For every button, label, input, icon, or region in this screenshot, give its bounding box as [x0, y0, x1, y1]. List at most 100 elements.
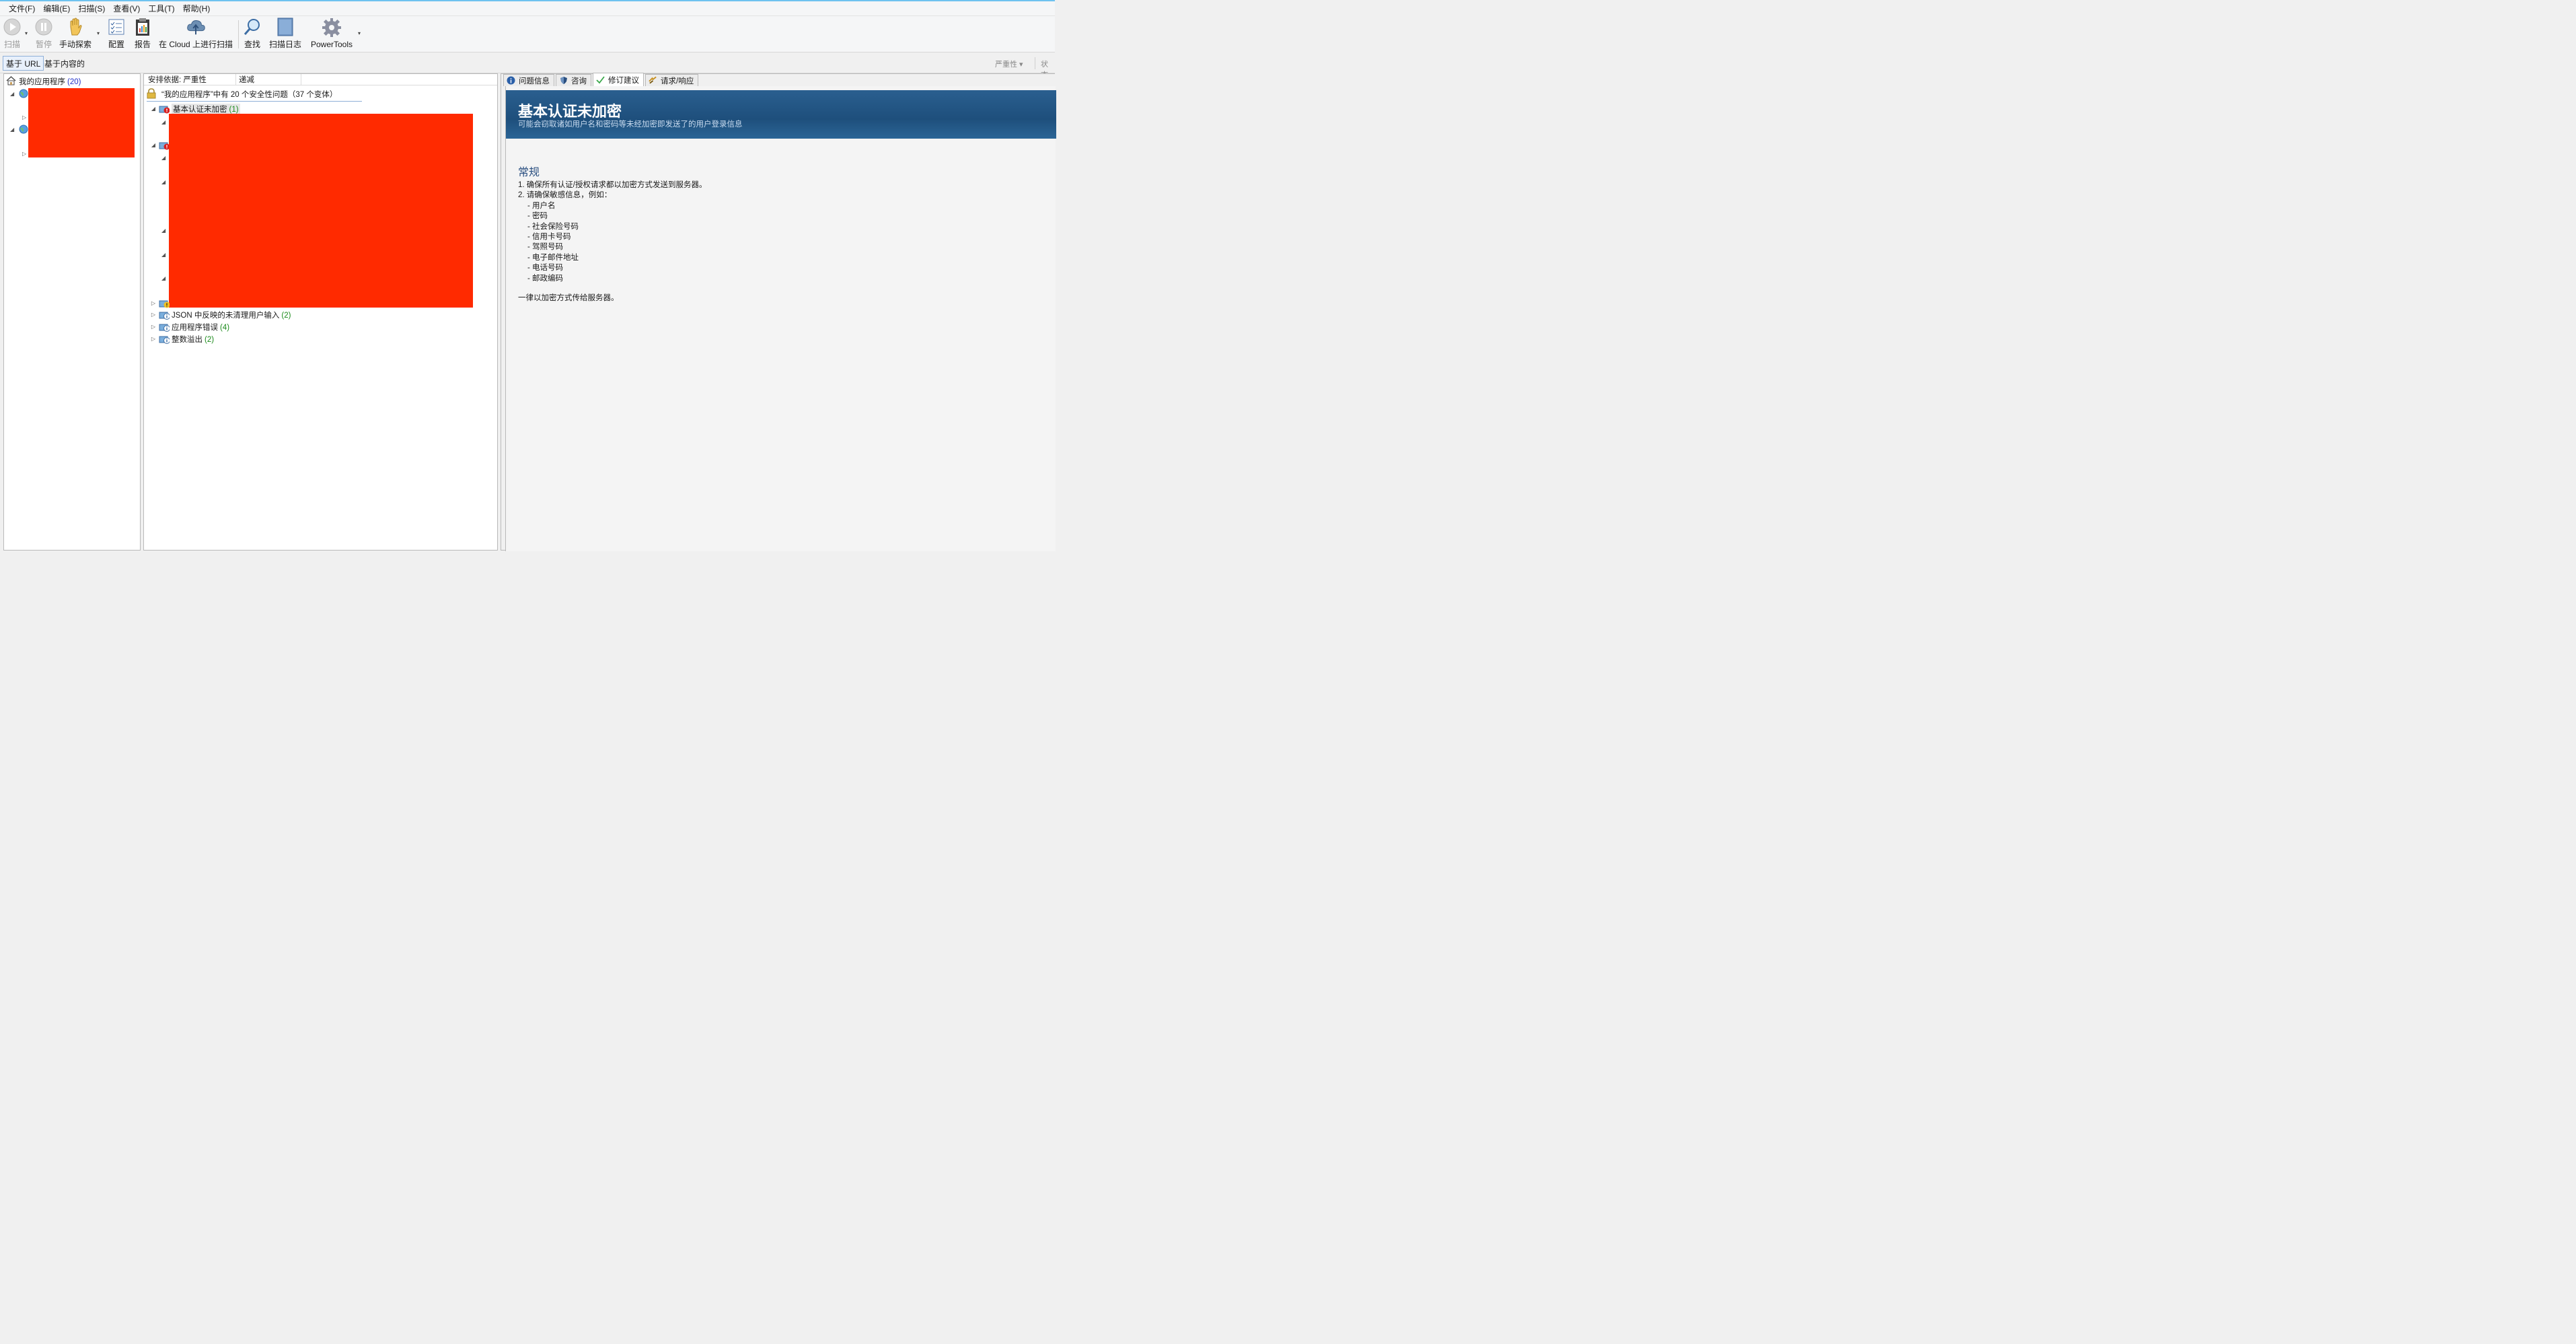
checklist-icon: [106, 17, 126, 36]
powertools-button[interactable]: PowerTools: [309, 17, 354, 50]
issue-row-basic-auth[interactable]: ◢ 基本认证未加密 (1): [149, 103, 240, 114]
config-label: 配置: [108, 40, 124, 49]
sub-expander[interactable]: ◢: [161, 179, 165, 185]
report-label: 报告: [134, 40, 151, 49]
redacted-issue-details: [169, 114, 473, 308]
sub-expander[interactable]: ◢: [161, 155, 165, 161]
menu-view[interactable]: 查看(V): [110, 3, 143, 14]
pause-button[interactable]: 暂停: [34, 17, 54, 50]
advice-closing: 一律以加密方式传给服务器。: [518, 293, 619, 302]
sensitive-item: - 用户名: [527, 201, 556, 210]
scan-button[interactable]: 扫描: [1, 17, 23, 50]
severity-column-filter[interactable]: 严重性 ▾: [995, 59, 1023, 69]
tree-expander-3[interactable]: ◢: [10, 127, 14, 133]
tree-expander-4[interactable]: ▷: [22, 151, 26, 157]
sensitive-item: - 电子邮件地址: [527, 253, 579, 262]
tree-root-label: 我的应用程序 (20): [19, 76, 81, 87]
sensitive-item: - 邮政编码: [527, 274, 564, 283]
info-icon: [507, 76, 515, 85]
application-tree-panel: 我的应用程序 (20) ◢ ▷ ◢ ▷: [3, 73, 141, 551]
scan-log-button[interactable]: 扫描日志: [269, 17, 301, 50]
tree-root-name: 我的应用程序: [19, 78, 65, 86]
section-title-general: 常规: [518, 167, 540, 178]
menu-tools[interactable]: 工具(T): [145, 3, 178, 14]
issue-row-app-error[interactable]: ▷ 应用程序错误 (4): [149, 321, 229, 332]
tab-fix-recommendation[interactable]: 修订建议: [593, 73, 644, 86]
issues-panel: 安排依据: 严重性 递减 “我的应用程序”中有 20 个安全性问题（37 个变体…: [143, 73, 498, 551]
sort-by-label[interactable]: 安排依据: 严重性: [144, 74, 235, 85]
lock-icon: [147, 87, 156, 101]
menu-help[interactable]: 帮助(H): [180, 3, 214, 14]
sort-order-label[interactable]: 递减: [235, 73, 301, 85]
issue-name: JSON 中反映的未清理用户输入: [172, 311, 280, 320]
advice-body: 常规 1. 确保所有认证/授权请求都以加密方式发送到服务器。 2. 请确保敏感信…: [518, 163, 1043, 304]
advice-line: 1. 确保所有认证/授权请求都以加密方式发送到服务器。: [518, 181, 707, 189]
issue-count: (2): [281, 311, 291, 320]
tab-advisory-label: 咨询: [571, 77, 587, 85]
tab-content-based[interactable]: 基于内容的: [42, 56, 87, 71]
tab-request-response[interactable]: 请求/响应: [645, 74, 699, 86]
info-severity-icon: [159, 322, 170, 332]
shield-icon: [559, 76, 568, 85]
tab-advisory[interactable]: 咨询: [556, 74, 591, 86]
toolbar-separator: [238, 20, 239, 48]
tab-issue-info[interactable]: 问题信息: [503, 74, 554, 86]
sub-expander[interactable]: ◢: [161, 119, 165, 125]
scan-dropdown-icon[interactable]: ▾: [25, 30, 28, 36]
menu-edit[interactable]: 编辑(E): [40, 3, 73, 14]
manual-explore-button[interactable]: 手动探索: [59, 17, 91, 50]
details-panel: 问题信息 咨询 修订建议 请求/响应 基本认证未加密 可能会窃取诸如用户名和密码…: [501, 73, 1056, 551]
cloud-scan-label: 在 Cloud 上进行扫描: [158, 40, 233, 49]
exchange-arrows-icon: [649, 76, 657, 85]
tab-url-based[interactable]: 基于 URL: [3, 56, 44, 71]
powertools-label: PowerTools: [310, 40, 353, 49]
issue-name: 基本认证未加密: [173, 105, 227, 114]
issues-summary[interactable]: “我的应用程序”中有 20 个安全性问题（37 个变体）: [147, 87, 337, 101]
issue-name: 应用程序错误: [172, 323, 218, 332]
advice-subtitle: 可能会窃取诸如用户名和密码等未经加密即发送了的用户登录信息: [518, 120, 743, 129]
info-severity-icon: [159, 310, 170, 320]
expander-collapsed-icon[interactable]: ▷: [149, 300, 157, 306]
sensitive-item: - 密码: [527, 212, 548, 221]
checkmark-icon: [596, 75, 605, 84]
sub-expander[interactable]: ◢: [161, 252, 165, 258]
issue-row-medium-redacted[interactable]: ▷: [149, 297, 172, 309]
advice-line: 2. 请确保敏感信息，例如：: [518, 191, 612, 200]
cloud-scan-button[interactable]: 在 Cloud 上进行扫描: [158, 17, 233, 50]
globe-icon: [18, 125, 29, 134]
expander-expanded-icon[interactable]: ◢: [149, 106, 157, 112]
report-button[interactable]: 报告: [133, 17, 152, 50]
scan-label: 扫描: [3, 40, 20, 49]
tab-request-response-label: 请求/响应: [661, 77, 694, 85]
menu-bar: 文件(F) 编辑(E) 扫描(S) 查看(V) 工具(T) 帮助(H): [0, 1, 1055, 16]
cloud-upload-icon: [186, 17, 206, 36]
manual-explore-dropdown-icon[interactable]: ▾: [97, 30, 100, 36]
medium-severity-icon: [159, 299, 170, 308]
sub-expander[interactable]: ◢: [161, 227, 165, 234]
menu-file[interactable]: 文件(F): [5, 3, 38, 14]
issues-sort-header: 安排依据: 严重性 递减: [144, 73, 497, 85]
sensitive-item: - 电话号码: [527, 264, 564, 273]
menu-scan[interactable]: 扫描(S): [75, 3, 108, 14]
sub-expander[interactable]: ◢: [161, 275, 165, 281]
report-icon: [133, 17, 153, 36]
details-tabs: 问题信息 咨询 修订建议 请求/响应: [503, 73, 700, 86]
tree-expander-2[interactable]: ▷: [22, 114, 26, 120]
config-button[interactable]: 配置: [106, 17, 126, 50]
issue-label: 应用程序错误 (4): [172, 322, 229, 332]
issues-summary-text: “我的应用程序”中有 20 个安全性问题（37 个变体）: [161, 91, 338, 99]
expander-collapsed-icon[interactable]: ▷: [149, 312, 157, 318]
expander-collapsed-icon[interactable]: ▷: [149, 336, 157, 342]
tree-root-my-app[interactable]: 我的应用程序 (20): [6, 75, 81, 87]
expander-collapsed-icon[interactable]: ▷: [149, 324, 157, 330]
issue-row-integer-overflow[interactable]: ▷ 整数溢出 (2): [149, 333, 214, 345]
issue-row-json-reflected[interactable]: ▷ JSON 中反映的未清理用户输入 (2): [149, 309, 291, 320]
high-severity-icon: [159, 104, 170, 114]
fix-recommendation-content: 基本认证未加密 可能会窃取诸如用户名和密码等未经加密即发送了的用户登录信息 常规…: [505, 86, 1056, 551]
powertools-dropdown-icon[interactable]: ▾: [358, 30, 361, 36]
expander-expanded-icon[interactable]: ◢: [149, 142, 157, 148]
find-button[interactable]: 查找: [242, 17, 262, 50]
issue-label: JSON 中反映的未清理用户输入 (2): [172, 310, 291, 320]
tree-expander-1[interactable]: ◢: [10, 91, 14, 97]
